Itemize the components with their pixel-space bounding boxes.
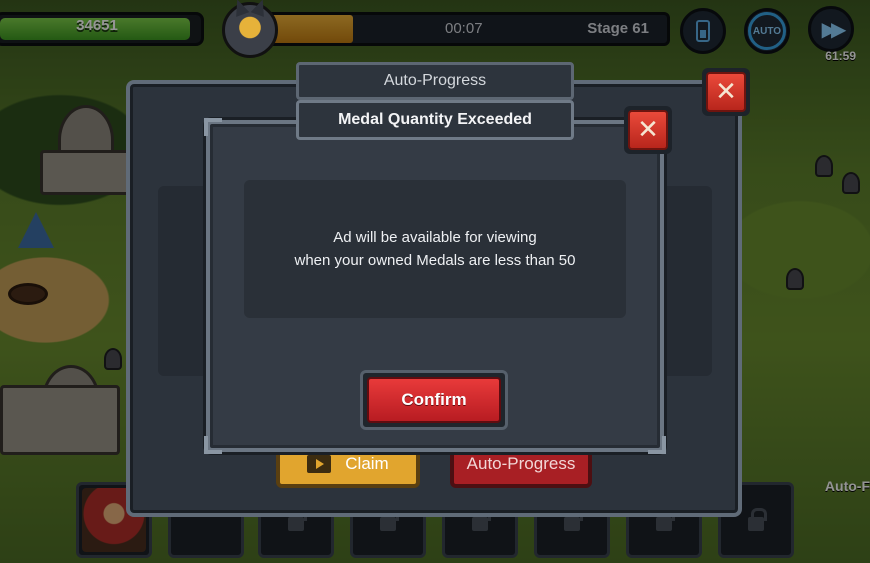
auto-progress-title: Auto-Progress: [296, 62, 574, 100]
close-icon: ✕: [628, 110, 668, 150]
message-line: Ad will be available for viewing: [333, 229, 537, 246]
frame-corner: [648, 436, 666, 454]
boss-avatar: [222, 2, 278, 58]
message-line: when your owned Medals are less than 50: [294, 252, 576, 269]
confirm-label: Confirm: [367, 377, 501, 423]
frame-corner: [204, 436, 222, 454]
dialog-panel: [662, 186, 712, 376]
medal-dialog-close-button[interactable]: ✕: [624, 106, 672, 154]
frame-corner: [204, 118, 222, 136]
dialog-panel: [158, 186, 208, 376]
close-icon: ✕: [706, 72, 746, 112]
confirm-button[interactable]: Confirm: [360, 370, 508, 430]
claim-label: Claim: [345, 454, 389, 473]
film-icon: [307, 455, 332, 473]
auto-progress-label: Auto-Progress: [466, 454, 576, 473]
medal-exceeded-title: Medal Quantity Exceeded: [296, 100, 574, 140]
message-box: Ad will be available for viewing when yo…: [244, 180, 626, 318]
auto-progress-close-button[interactable]: ✕: [702, 68, 750, 116]
